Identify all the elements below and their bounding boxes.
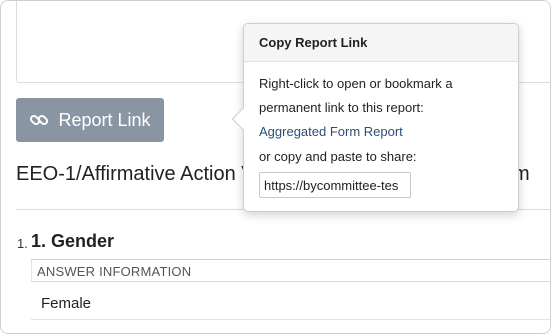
popover-title: Copy Report Link bbox=[244, 24, 518, 62]
popover-arrow bbox=[231, 107, 255, 131]
report-link-label: Report Link bbox=[58, 109, 151, 130]
report-link-button[interactable]: Report Link bbox=[16, 98, 164, 142]
report-url-field[interactable] bbox=[259, 172, 411, 198]
popover-instruction-line1: Right-click to open or bookmark a bbox=[259, 76, 453, 91]
link-icon bbox=[29, 110, 49, 130]
popover-instruction-line3: or copy and paste to share: bbox=[259, 149, 417, 164]
question-title: 1. Gender bbox=[31, 231, 115, 251]
answer-row: Female bbox=[31, 282, 550, 320]
report-window: Report Link EEO-1/Affirmative Action V m… bbox=[0, 0, 551, 334]
answer-table-header: ANSWER INFORMATION bbox=[31, 260, 550, 282]
question-number: 1. bbox=[17, 236, 28, 251]
page-title-start: EEO-1/Affirmative Action V bbox=[16, 163, 255, 185]
answer-table: ANSWER INFORMATION Female bbox=[31, 259, 550, 320]
popover-instruction-line2: permanent link to this report: bbox=[259, 100, 424, 115]
copy-report-link-popover: Copy Report Link Right-click to open or … bbox=[231, 23, 519, 212]
aggregated-form-report-link[interactable]: Aggregated Form Report bbox=[259, 124, 403, 139]
